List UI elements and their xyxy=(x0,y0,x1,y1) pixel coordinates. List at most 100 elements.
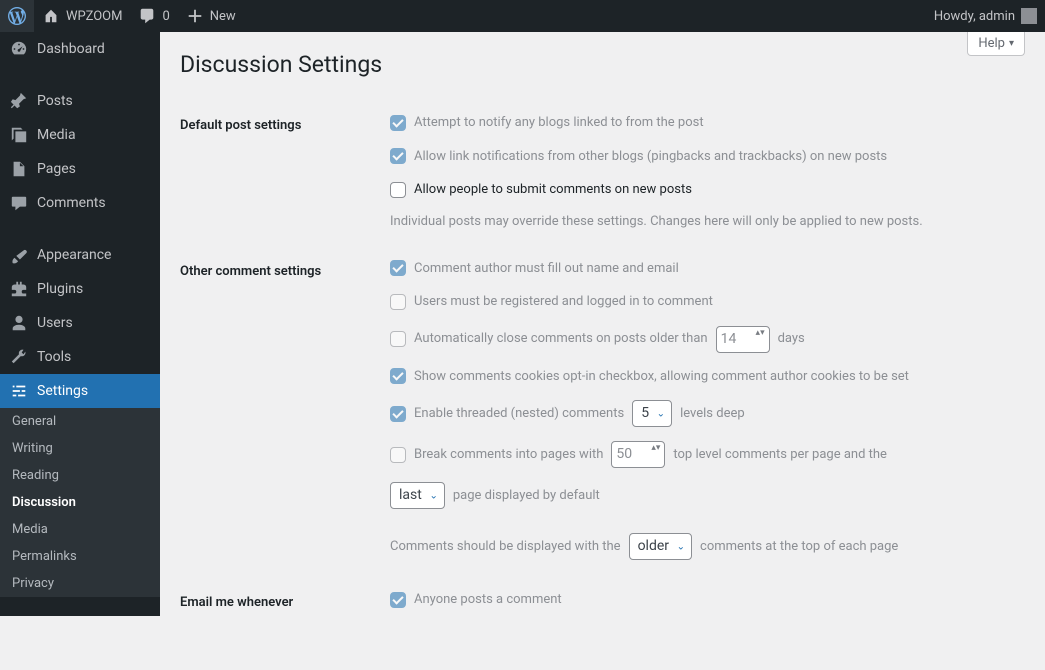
chevron-down-icon: ⌄ xyxy=(657,406,665,421)
comments-bubble-menu[interactable]: 0 xyxy=(130,0,177,32)
thread-levels-value: 5 xyxy=(641,403,649,424)
comment-bubble-icon xyxy=(138,7,156,25)
checkbox-allow-comments[interactable] xyxy=(390,182,406,198)
admin-bar: WPZOOM 0 New Howdy, admin xyxy=(0,0,1045,32)
howdy-label: Howdy, admin xyxy=(934,9,1015,24)
checkbox-name-email[interactable] xyxy=(390,260,406,276)
sidebar-item-label: Comments xyxy=(37,195,106,211)
settings-sliders-icon xyxy=(10,382,28,400)
label-paginate-pre: Break comments into pages with xyxy=(414,445,603,465)
label-allow-comments: Allow people to submit comments on new p… xyxy=(414,180,692,200)
submenu-item-privacy[interactable]: Privacy xyxy=(0,570,160,597)
checkbox-threaded[interactable] xyxy=(390,406,406,422)
label-attempt-notify: Attempt to notify any blogs linked to fr… xyxy=(414,113,704,133)
label-cookies-optin: Show comments cookies opt-in checkbox, a… xyxy=(414,367,909,387)
sidebar-item-label: Users xyxy=(37,315,73,331)
new-content-menu[interactable]: New xyxy=(178,0,244,32)
sidebar-item-label: Posts xyxy=(37,93,73,109)
sidebar-item-label: Media xyxy=(37,127,76,143)
dashboard-icon xyxy=(10,40,28,58)
select-default-page[interactable]: last ⌄ xyxy=(390,482,445,509)
autoclose-days-value: 14 xyxy=(721,331,737,347)
label-registered: Users must be registered and logged in t… xyxy=(414,292,713,312)
label-autoclose-post: days xyxy=(778,329,805,349)
sidebar-item-posts[interactable]: Posts xyxy=(0,84,160,118)
site-name-label: WPZOOM xyxy=(66,9,122,24)
label-paginate-post: page displayed by default xyxy=(453,486,600,506)
number-spinner-icon[interactable]: ▴▾ xyxy=(756,329,765,338)
sidebar-item-media[interactable]: Media xyxy=(0,118,160,152)
default-post-note: Individual posts may override these sett… xyxy=(390,214,1015,229)
chevron-down-icon: ⌄ xyxy=(429,488,437,503)
page-title: Discussion Settings xyxy=(180,42,1025,98)
label-autoclose-pre: Automatically close comments on posts ol… xyxy=(414,329,708,349)
help-tab[interactable]: Help ▾ xyxy=(967,32,1025,56)
sidebar-item-plugins[interactable]: Plugins xyxy=(0,272,160,306)
site-name-menu[interactable]: WPZOOM xyxy=(34,0,130,32)
label-threaded-pre: Enable threaded (nested) comments xyxy=(414,404,624,424)
checkbox-cookies-optin[interactable] xyxy=(390,368,406,384)
user-icon xyxy=(10,314,28,332)
my-account-menu[interactable]: Howdy, admin xyxy=(926,0,1045,32)
admin-menu: Dashboard Posts Media Pages Comments App… xyxy=(0,32,160,616)
submenu-item-discussion[interactable]: Discussion xyxy=(0,489,160,516)
comment-icon xyxy=(10,194,28,212)
input-comments-per-page[interactable]: 50 ▴▾ xyxy=(611,441,665,468)
input-autoclose-days[interactable]: 14 ▴▾ xyxy=(716,326,770,353)
label-name-email: Comment author must fill out name and em… xyxy=(414,259,679,279)
home-icon xyxy=(42,7,60,25)
submenu-item-permalinks[interactable]: Permalinks xyxy=(0,543,160,570)
help-tab-label: Help xyxy=(978,36,1005,51)
sidebar-item-dashboard[interactable]: Dashboard xyxy=(0,32,160,66)
comments-count: 0 xyxy=(162,9,169,24)
settings-form-table: Default post settings Attempt to notify … xyxy=(180,98,1025,630)
sidebar-item-label: Settings xyxy=(37,383,88,399)
sidebar-item-users[interactable]: Users xyxy=(0,306,160,340)
media-icon xyxy=(10,126,28,144)
pin-icon xyxy=(10,92,28,110)
sidebar-item-tools[interactable]: Tools xyxy=(0,340,160,374)
sidebar-item-label: Dashboard xyxy=(37,41,105,57)
label-email-anyone: Anyone posts a comment xyxy=(414,590,562,610)
wordpress-icon xyxy=(8,7,26,25)
page-icon xyxy=(10,160,28,178)
content-area: Help ▾ Discussion Settings Default post … xyxy=(160,0,1045,670)
checkbox-registered[interactable] xyxy=(390,294,406,310)
checkbox-email-anyone[interactable] xyxy=(390,592,406,608)
avatar xyxy=(1021,8,1037,24)
submenu-item-general[interactable]: General xyxy=(0,408,160,435)
label-allow-pingbacks: Allow link notifications from other blog… xyxy=(414,147,887,167)
chevron-down-icon: ⌄ xyxy=(677,539,685,554)
plugin-icon xyxy=(10,280,28,298)
comments-per-page-value: 50 xyxy=(616,446,632,462)
number-spinner-icon[interactable]: ▴▾ xyxy=(651,444,660,453)
chevron-down-icon: ▾ xyxy=(1009,38,1014,49)
label-threaded-post: levels deep xyxy=(680,404,745,424)
label-paginate-mid: top level comments per page and the xyxy=(673,445,887,465)
checkbox-paginate[interactable] xyxy=(390,447,406,463)
select-thread-levels[interactable]: 5⌄ xyxy=(632,400,672,427)
plus-icon xyxy=(186,7,204,25)
sidebar-item-appearance[interactable]: Appearance xyxy=(0,238,160,272)
section-heading-email: Email me whenever xyxy=(180,575,380,630)
sidebar-item-settings[interactable]: Settings xyxy=(0,374,160,408)
submenu-item-writing[interactable]: Writing xyxy=(0,435,160,462)
sidebar-item-label: Tools xyxy=(37,349,71,365)
checkbox-autoclose[interactable] xyxy=(390,331,406,347)
adminbar-spacer xyxy=(244,0,926,32)
default-page-value: last xyxy=(399,485,422,506)
label-order-post: comments at the top of each page xyxy=(700,537,898,557)
brush-icon xyxy=(10,246,28,264)
wp-logo-menu[interactable] xyxy=(0,0,34,32)
submenu-item-reading[interactable]: Reading xyxy=(0,462,160,489)
sidebar-item-comments[interactable]: Comments xyxy=(0,186,160,220)
checkbox-attempt-notify[interactable] xyxy=(390,115,406,131)
new-content-label: New xyxy=(210,9,236,24)
checkbox-allow-pingbacks[interactable] xyxy=(390,148,406,164)
select-comment-order[interactable]: older⌄ xyxy=(629,533,692,560)
submenu-item-media[interactable]: Media xyxy=(0,516,160,543)
sidebar-item-label: Pages xyxy=(37,161,76,177)
section-heading-other-comment: Other comment settings xyxy=(180,244,380,576)
sidebar-item-pages[interactable]: Pages xyxy=(0,152,160,186)
wrench-icon xyxy=(10,348,28,366)
